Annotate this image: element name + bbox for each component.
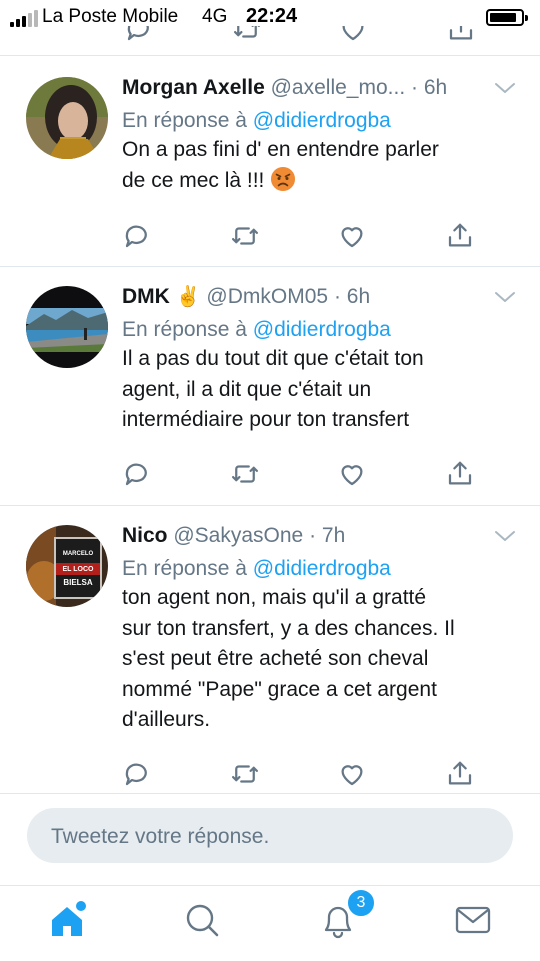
reply-prefix: En réponse à — [122, 318, 247, 341]
like-icon[interactable] — [338, 26, 368, 42]
signal-strength-icon — [10, 10, 38, 27]
reply-mention-link[interactable]: @didierdrogba — [253, 318, 391, 341]
tweet-time: · 6h — [411, 76, 448, 99]
reply-icon[interactable] — [124, 26, 154, 42]
avatar[interactable] — [26, 77, 108, 159]
network-type: 4G — [202, 6, 228, 27]
tweet-text-line: s'est peut être acheté son cheval — [122, 647, 429, 670]
tweet-text: ton agent non, mais qu'il a gratté sur t… — [122, 583, 522, 736]
tweet-text-line: intermédiaire pour ton transfert — [122, 408, 410, 431]
victory-hand-emoji: ✌ — [175, 286, 201, 308]
retweet-icon[interactable] — [230, 759, 260, 789]
tweet-text-line: agent, il a dit que c'était un — [122, 377, 372, 401]
bottom-tab-bar — [0, 885, 540, 961]
home-icon[interactable] — [45, 898, 89, 942]
search-icon[interactable] — [180, 898, 224, 942]
tweet-text: On a pas fini d' en entendre parler de c… — [122, 135, 522, 196]
reply-mention-link[interactable]: @didierdrogba — [253, 557, 391, 580]
tweet-text-line: d'ailleurs. — [122, 708, 211, 731]
reply-icon[interactable] — [122, 221, 152, 251]
retweet-icon[interactable] — [232, 26, 262, 42]
like-icon[interactable] — [337, 759, 367, 789]
tweet-text-line: nommé "Pape" grace a cet argent — [122, 677, 437, 701]
tweet-text-line: de ce mec là !!! — [122, 166, 522, 197]
chevron-down-icon[interactable] — [494, 529, 516, 543]
reply-icon[interactable] — [122, 759, 152, 789]
like-icon[interactable] — [337, 459, 367, 489]
display-name[interactable]: DMK — [122, 285, 170, 308]
retweet-icon[interactable] — [230, 221, 260, 251]
tweet-text: Il a pas du tout dit que c'était ton age… — [122, 344, 522, 436]
tweet-actions — [0, 459, 540, 489]
share-icon[interactable] — [446, 26, 476, 42]
tweet-time: · 6h — [333, 285, 371, 308]
chevron-down-icon[interactable] — [494, 290, 516, 304]
chevron-down-icon[interactable] — [494, 81, 516, 95]
divider — [0, 55, 540, 56]
avatar[interactable]: MARCELO EL LOCO BIELSA — [26, 525, 108, 607]
user-handle[interactable]: @DmkOM05 — [206, 285, 328, 308]
avatar-book-text: MARCELO — [63, 551, 94, 557]
battery-icon — [486, 9, 528, 26]
tweet-header: Morgan Axelle @axelle_mo... · 6h — [122, 73, 447, 103]
like-icon[interactable] — [337, 221, 367, 251]
user-handle[interactable]: @axelle_mo... — [271, 76, 406, 99]
divider — [0, 266, 540, 267]
reply-context: En réponse à @didierdrogba — [122, 107, 391, 135]
divider — [0, 505, 540, 506]
tweet-actions — [0, 759, 540, 789]
reply-compose-box[interactable] — [27, 808, 513, 865]
share-icon[interactable] — [445, 221, 475, 251]
angry-face-icon — [271, 166, 296, 191]
retweet-icon[interactable] — [230, 459, 260, 489]
carrier-name: La Poste Mobile — [42, 6, 179, 27]
tweet-text-span: de ce mec là !!! — [122, 168, 265, 192]
tweet-text-line: sur ton transfert, y a des chances. Il — [122, 616, 455, 640]
avatar-book-text: EL LOCO — [63, 566, 95, 573]
reply-prefix: En réponse à — [122, 557, 247, 580]
display-name[interactable]: Morgan Axelle — [122, 76, 265, 99]
divider — [0, 793, 540, 794]
reply-icon[interactable] — [122, 459, 152, 489]
tweet-time: · 7h — [309, 524, 346, 547]
notifications-badge: 3 — [346, 888, 376, 918]
display-name[interactable]: Nico — [122, 524, 168, 547]
tweet-text-line: ton agent non, mais qu'il a gratté — [122, 586, 427, 609]
tweet-header: DMK ✌ @DmkOM05 · 6h — [122, 282, 370, 312]
tweet-header: Nico @SakyasOne · 7h — [122, 521, 345, 551]
reply-input[interactable] — [49, 808, 493, 865]
tweet-actions — [0, 221, 540, 251]
tweet-text-line: On a pas fini d' en entendre parler — [122, 138, 439, 161]
status-time: 22:24 — [246, 5, 298, 27]
share-icon[interactable] — [445, 759, 475, 789]
reply-context: En réponse à @didierdrogba — [122, 316, 391, 344]
avatar-book-text: BIELSA — [63, 578, 93, 587]
reply-prefix: En réponse à — [122, 109, 247, 132]
avatar[interactable] — [26, 286, 108, 368]
previous-tweet-actions — [0, 26, 540, 42]
messages-icon[interactable] — [451, 898, 495, 942]
reply-context: En réponse à @didierdrogba — [122, 555, 391, 583]
tweet-text-line: Il a pas du tout dit que c'était ton — [122, 347, 424, 370]
reply-mention-link[interactable]: @didierdrogba — [253, 109, 391, 132]
user-handle[interactable]: @SakyasOne — [173, 524, 303, 547]
share-icon[interactable] — [445, 459, 475, 489]
